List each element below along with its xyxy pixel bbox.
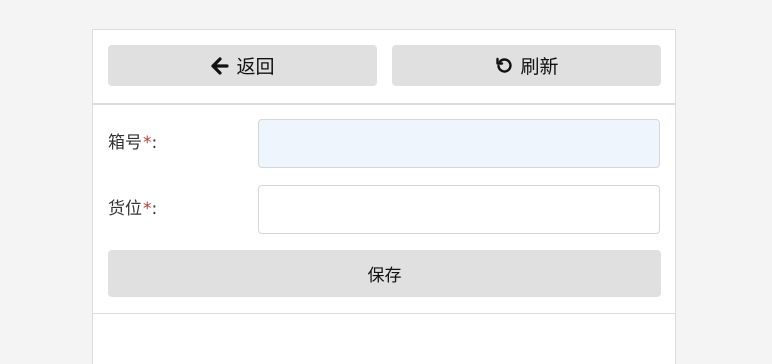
form-panel: 返回 刷新 箱号*: 货位*: 保存 (92, 29, 676, 364)
refresh-button-label: 刷新 (520, 56, 559, 78)
refresh-button[interactable]: 刷新 (392, 45, 661, 86)
toolbar: 返回 刷新 (93, 30, 675, 105)
refresh-icon (494, 56, 514, 76)
box-number-input[interactable] (258, 119, 660, 168)
location-row: 货位*: (108, 185, 661, 234)
required-mark: * (143, 133, 152, 153)
back-button-label: 返回 (236, 56, 275, 78)
divider (93, 313, 675, 314)
required-mark: * (143, 199, 152, 219)
box-number-row: 箱号*: (108, 119, 661, 168)
box-number-label: 箱号*: (108, 133, 158, 153)
location-input[interactable] (258, 185, 660, 234)
arrow-left-icon (210, 56, 230, 76)
location-label: 货位*: (108, 199, 158, 219)
save-button[interactable]: 保存 (108, 250, 661, 297)
back-button[interactable]: 返回 (108, 45, 377, 86)
